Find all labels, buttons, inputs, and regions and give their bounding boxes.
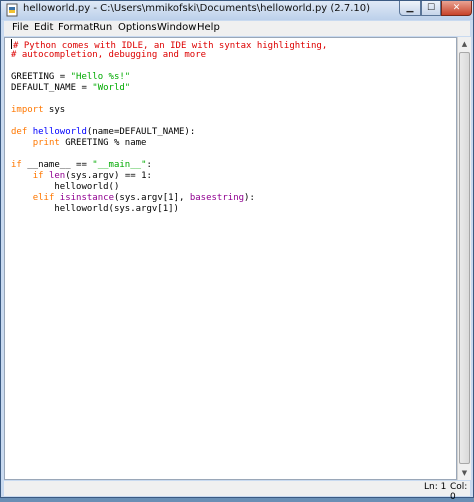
code-token-plain: DEFAULT_NAME = <box>11 83 93 93</box>
code-token-plain: (name=DEFAULT_NAME): <box>86 127 196 137</box>
menu-bar: File Edit Format Run Options Window Help <box>4 21 470 36</box>
status-bar: Ln: 1 Col: 0 <box>4 481 470 502</box>
code-editor[interactable]: # Python comes with IDLE, an IDE with sy… <box>4 37 457 480</box>
code-line[interactable]: if __name__ == "__main__": <box>11 160 327 171</box>
code-line[interactable]: # Python comes with IDLE, an IDE with sy… <box>11 39 327 51</box>
code-token-plain: (sys.argv[1], <box>113 193 190 203</box>
code-token-keyword: def <box>11 127 28 137</box>
code-token-comment: # autocompletion, debugging and more <box>11 50 207 60</box>
code-token-keyword: if <box>32 171 44 181</box>
code-line[interactable] <box>11 61 327 72</box>
maximize-button[interactable]: ☐ <box>421 1 441 16</box>
code-line[interactable]: DEFAULT_NAME = "World" <box>11 83 327 94</box>
code-token-plain: __name__ == <box>21 160 93 170</box>
code-token-plain: sys <box>43 105 66 115</box>
scroll-up-arrow-icon[interactable]: ▲ <box>458 37 471 51</box>
code-line[interactable]: helloworld() <box>11 182 327 193</box>
code-token-builtin: basestring <box>189 193 245 203</box>
code-token-string: "__main__" <box>92 160 147 170</box>
code-line[interactable]: elif isinstance(sys.argv[1], basestring)… <box>11 193 327 204</box>
code-line[interactable]: def helloworld(name=DEFAULT_NAME): <box>11 127 327 138</box>
code-line[interactable]: if len(sys.argv) == 1: <box>11 171 327 182</box>
code-token-def: helloworld <box>32 127 87 137</box>
code-line[interactable]: # autocompletion, debugging and more <box>11 50 327 61</box>
menu-edit[interactable]: Edit <box>34 22 53 33</box>
code-line[interactable] <box>11 149 327 160</box>
status-column-number: Col: 0 <box>450 482 468 502</box>
code-token-plain: helloworld(sys.argv[1]) <box>11 204 179 214</box>
scroll-down-arrow-icon[interactable]: ▼ <box>458 466 471 480</box>
text-cursor <box>11 39 12 49</box>
minimize-button[interactable]: ▁ <box>399 1 421 16</box>
code-line[interactable]: print GREETING % name <box>11 138 327 149</box>
menu-window[interactable]: Window <box>157 22 196 33</box>
code-token-builtin: len <box>48 171 66 181</box>
vertical-scrollbar[interactable]: ▲ ▼ <box>457 37 471 480</box>
menu-options[interactable]: Options <box>118 22 157 33</box>
close-button[interactable]: ✕ <box>441 1 472 16</box>
title-bar[interactable]: helloworld.py - C:\Users\mmikofski\Docum… <box>1 1 473 20</box>
code-line[interactable]: GREETING = "Hello %s!" <box>11 72 327 83</box>
status-line-number: Ln: 1 <box>424 482 447 492</box>
code-token-string: "Hello %s!" <box>70 72 131 82</box>
scrollbar-thumb[interactable] <box>459 52 470 464</box>
window-title: helloworld.py - C:\Users\mmikofski\Docum… <box>23 3 371 14</box>
code-token-plain: ): <box>244 193 255 203</box>
menu-help[interactable]: Help <box>197 22 220 33</box>
code-token-plain: (sys.argv) == 1: <box>65 171 152 181</box>
code-token-string: "World" <box>92 83 131 93</box>
menu-format[interactable]: Format <box>58 22 93 33</box>
code-token-plain: helloworld() <box>11 182 120 192</box>
code-token-plain: : <box>146 160 152 170</box>
code-token-keyword: import <box>11 105 44 115</box>
code-line[interactable] <box>11 116 327 127</box>
code-token-keyword: if <box>11 160 22 170</box>
code-line[interactable]: helloworld(sys.argv[1]) <box>11 204 327 215</box>
code-token-plain: GREETING % name <box>59 138 147 148</box>
idle-editor-window: helloworld.py - C:\Users\mmikofski\Docum… <box>0 0 474 502</box>
menu-run[interactable]: Run <box>93 22 112 33</box>
menu-file[interactable]: File <box>12 22 29 33</box>
code-token-keyword: elif <box>32 193 55 203</box>
code-line[interactable]: import sys <box>11 105 327 116</box>
code-text[interactable]: # Python comes with IDLE, an IDE with sy… <box>11 39 327 215</box>
code-line[interactable] <box>11 94 327 105</box>
python-file-icon <box>6 3 18 17</box>
code-token-keyword: print <box>32 138 60 148</box>
code-token-builtin: isinstance <box>59 193 114 203</box>
code-token-plain: GREETING = <box>11 72 71 82</box>
